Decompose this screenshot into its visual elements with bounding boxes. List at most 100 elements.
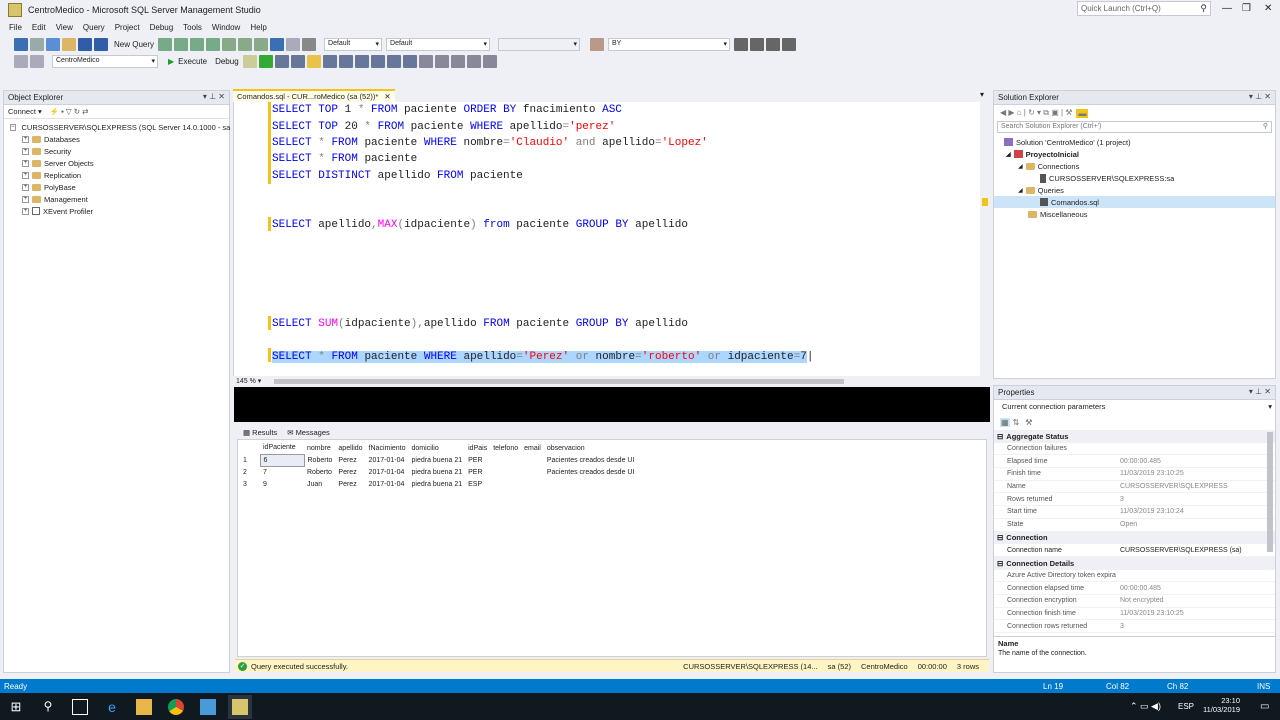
chevron-down-icon[interactable]: ▾ xyxy=(1268,402,1272,411)
tree-node-connections[interactable]: ◢ Connections xyxy=(1004,160,1275,172)
toolbox-icon[interactable] xyxy=(766,37,781,51)
platform-dropdown[interactable]: Default xyxy=(386,37,491,51)
property-row[interactable]: Connection elapsed time 00:00:00.485 xyxy=(994,582,1275,595)
connect-icon[interactable] xyxy=(14,54,28,68)
table-row[interactable]: 1 6 Roberto Perez 2017-01-04 piedra buena 21 P… xyxy=(240,453,638,467)
tree-node-security[interactable]: + Security xyxy=(10,145,229,157)
display-plan-icon[interactable] xyxy=(274,54,289,68)
results-splitter[interactable] xyxy=(234,387,990,422)
close-button[interactable]: ✕ xyxy=(1264,3,1272,14)
oe-tool-icons[interactable]: ⚡ ▪ ▽ ↻ ⇄ xyxy=(50,107,89,116)
tree-node-project[interactable]: ◢ ProyectoInicial xyxy=(1004,148,1275,160)
window-layout-icon[interactable] xyxy=(782,37,797,51)
cell[interactable] xyxy=(490,454,521,466)
collapse-icon[interactable]: ⊟ xyxy=(997,559,1003,568)
cell-selected[interactable]: 6 xyxy=(259,453,305,467)
menu-tools[interactable]: Tools xyxy=(183,23,202,32)
tree-node-comandos-sql[interactable]: Comandos.sql xyxy=(994,196,1275,208)
col-header-email[interactable]: email xyxy=(521,442,544,454)
copy-icon[interactable] xyxy=(238,37,253,51)
property-row[interactable]: Start time 11/03/2019 23:10:24 xyxy=(994,506,1275,519)
find-icon[interactable] xyxy=(590,37,605,51)
cell[interactable]: 7 xyxy=(260,466,304,478)
cell[interactable] xyxy=(490,478,521,490)
redo-icon[interactable] xyxy=(286,37,301,51)
se-tool-icons[interactable]: ◀ ▶ ⌂ | ↻ ▾ ⧉ ▣ | ⚒ xyxy=(1000,108,1072,118)
mdx-query-icon[interactable] xyxy=(174,37,189,51)
cut-icon[interactable] xyxy=(222,37,237,51)
ssms-taskbar-icon[interactable] xyxy=(228,694,252,719)
change-connection-icon[interactable] xyxy=(30,54,44,68)
expanded-icon[interactable]: ◢ xyxy=(1018,187,1023,194)
maximize-button[interactable]: ❐ xyxy=(1242,3,1251,14)
property-row[interactable]: Connection failures xyxy=(994,443,1275,456)
cell[interactable]: Roberto xyxy=(304,454,335,466)
cell[interactable]: piedra buena 21 xyxy=(409,478,466,490)
table-row[interactable]: 2 7 Roberto Perez 2017-01-04 piedra buena 21 P… xyxy=(240,466,637,478)
file-explorer-icon[interactable] xyxy=(136,698,152,715)
open-file-icon[interactable] xyxy=(62,37,76,51)
app-icon[interactable] xyxy=(200,698,216,715)
undo-icon[interactable] xyxy=(270,37,285,51)
results-file-icon[interactable] xyxy=(402,54,417,68)
parse-icon[interactable] xyxy=(258,54,273,68)
tree-node-miscellaneous[interactable]: Miscellaneous xyxy=(1004,208,1275,220)
col-header-telefono[interactable]: telefono xyxy=(490,442,522,454)
tree-node-server-objects[interactable]: + Server Objects xyxy=(10,157,229,169)
property-category[interactable]: ⊟ Connection Details xyxy=(994,556,1275,570)
horizontal-scrollbar[interactable] xyxy=(274,379,844,384)
cell[interactable]: Pacientes creados desde UI xyxy=(544,466,638,478)
expand-icon[interactable]: + xyxy=(22,159,29,167)
new-project-icon[interactable] xyxy=(46,37,60,51)
property-row[interactable]: Elapsed time 00:00:00.485 xyxy=(994,455,1275,469)
paste-icon[interactable] xyxy=(254,37,269,51)
alphabetical-icon[interactable]: ⇅ xyxy=(1013,418,1020,427)
tab-messages[interactable]: ✉ Messages xyxy=(287,428,330,437)
table-row[interactable]: 3 9 Juan Perez 2017-01-04 piedra buena 21 ESP xyxy=(240,478,637,490)
cell[interactable]: Pacientes creados desde UI xyxy=(544,454,638,466)
properties-icon[interactable] xyxy=(734,37,749,51)
menu-query[interactable]: Query xyxy=(83,23,105,32)
panel-controls-icon[interactable]: ▾ ⊥ ✕ xyxy=(1249,387,1271,396)
cell[interactable] xyxy=(490,466,521,478)
expand-icon[interactable]: + xyxy=(22,171,29,179)
expanded-icon[interactable]: ◢ xyxy=(1018,163,1023,170)
cell[interactable]: ESP xyxy=(465,478,490,490)
solution-config-dropdown[interactable]: Default xyxy=(324,37,383,51)
cell[interactable]: 2017-01-04 xyxy=(366,478,409,490)
collapse-icon[interactable]: ⊟ xyxy=(997,533,1003,542)
property-row[interactable]: Name CURSOSSERVER\SQLEXPRESS xyxy=(994,481,1275,494)
cell[interactable] xyxy=(521,466,544,478)
back-icon[interactable] xyxy=(14,37,28,51)
property-row[interactable]: State Open xyxy=(994,519,1275,532)
expand-icon[interactable]: + xyxy=(22,135,29,143)
col-header-domicilio[interactable]: domicilio xyxy=(408,442,466,454)
menu-help[interactable]: Help xyxy=(250,23,266,32)
zoom-level[interactable]: 145 % xyxy=(236,378,256,385)
panel-controls-icon[interactable]: ▾ ⊥ ✕ xyxy=(1249,92,1271,101)
quick-launch-input[interactable]: Quick Launch (Ctrl+Q) ⚲ xyxy=(1077,1,1211,16)
edge-icon[interactable]: e xyxy=(104,699,120,715)
property-row[interactable]: Rows returned 3 xyxy=(994,493,1275,507)
tree-node-server[interactable]: − CURSOSSERVER\SQLEXPRESS (SQL Server 14.… xyxy=(10,121,230,133)
menu-view[interactable]: View xyxy=(56,23,73,32)
property-pages-icon[interactable]: ⚒ xyxy=(1025,418,1032,427)
collapse-icon[interactable]: ⊟ xyxy=(997,432,1003,441)
property-row[interactable]: Connection name CURSOSSERVER\SQLEXPRESS (… xyxy=(994,544,1275,557)
solution-search-input[interactable]: Search Solution Explorer (Ctrl+') ⚲ xyxy=(997,121,1272,133)
tree-node-polybase[interactable]: + PolyBase xyxy=(10,181,229,193)
query-designer-icon[interactable] xyxy=(290,54,305,68)
cell[interactable] xyxy=(544,478,638,490)
property-row[interactable]: Connection rows returned 3 xyxy=(994,620,1275,633)
chevron-down-icon[interactable]: ▾ xyxy=(38,107,42,116)
cell[interactable]: PER xyxy=(465,454,490,466)
results-grid[interactable]: idPaciente nombre apellido fNacimiento d… xyxy=(237,439,987,657)
cell[interactable]: piedra buena 21 xyxy=(409,466,466,478)
cell[interactable] xyxy=(521,478,544,490)
property-row[interactable]: Connection finish time 11/03/2019 23:10:2… xyxy=(994,608,1275,621)
notifications-icon[interactable]: ▭ xyxy=(1260,701,1269,712)
cell[interactable]: PER xyxy=(465,466,490,478)
menu-file[interactable]: File xyxy=(9,23,22,32)
indent-icon[interactable] xyxy=(450,54,465,68)
property-category[interactable]: ⊟ Connection xyxy=(994,531,1275,545)
